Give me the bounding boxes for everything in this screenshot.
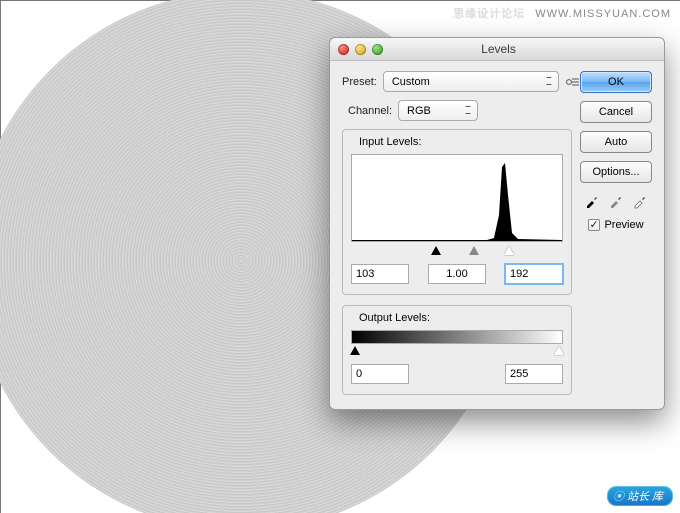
input-midtone-field[interactable] <box>428 264 486 284</box>
channel-label: Channel: <box>348 105 392 117</box>
white-eyedropper-icon[interactable] <box>632 193 648 209</box>
preset-menu-icon[interactable] <box>565 75 581 89</box>
watermark-bullet-icon: ⦿ <box>613 488 624 504</box>
output-highlight-handle[interactable] <box>554 346 564 355</box>
titlebar[interactable]: Levels <box>330 38 664 61</box>
preset-label: Preset: <box>342 76 377 88</box>
dialog-button-column: OK Cancel Auto Options... Preview <box>580 71 652 231</box>
watermark-top-text: 思缘设计论坛 <box>453 8 525 20</box>
watermark-bottom: ⦿ 站长 库 <box>607 486 673 506</box>
black-eyedropper-icon[interactable] <box>584 193 600 209</box>
output-levels-group: Output Levels: <box>342 305 572 395</box>
output-highlight-field[interactable] <box>505 364 563 384</box>
eyedropper-row <box>580 193 652 209</box>
highlight-slider-handle[interactable] <box>504 246 514 255</box>
dialog-title: Levels <box>333 42 664 56</box>
input-levels-label: Input Levels: <box>355 136 425 148</box>
cancel-button[interactable]: Cancel <box>580 101 652 123</box>
input-shadow-field[interactable] <box>351 264 409 284</box>
output-slider[interactable] <box>353 346 561 358</box>
shadow-slider-handle[interactable] <box>431 246 441 255</box>
input-levels-group: Input Levels: <box>342 129 572 295</box>
watermark-top: 思缘设计论坛 WWW.MISSYUAN.COM <box>453 5 671 21</box>
output-shadow-field[interactable] <box>351 364 409 384</box>
dialog-body: Preset: Custom Channel: RGB Input Levels… <box>330 61 664 409</box>
preview-checkbox-row[interactable]: Preview <box>580 219 652 231</box>
ok-button[interactable]: OK <box>580 71 652 93</box>
preview-checkbox[interactable] <box>588 219 600 231</box>
watermark-top-url: WWW.MISSYUAN.COM <box>535 8 671 20</box>
output-shadow-handle[interactable] <box>350 346 360 355</box>
output-gradient <box>351 330 563 344</box>
watermark-bottom-text: 站长 <box>627 488 649 504</box>
preset-select[interactable]: Custom <box>383 71 559 92</box>
channel-select[interactable]: RGB <box>398 100 478 121</box>
preview-label: Preview <box>604 219 643 231</box>
output-levels-label: Output Levels: <box>355 312 434 324</box>
input-values-row <box>351 264 563 284</box>
screenshot-stage: 思缘设计论坛 WWW.MISSYUAN.COM Levels Preset: C… <box>0 0 680 513</box>
options-button[interactable]: Options... <box>580 161 652 183</box>
preset-value: Custom <box>392 76 430 88</box>
watermark-bottom-text2: 库 <box>652 488 663 504</box>
histogram <box>351 154 563 242</box>
output-values-row <box>351 364 563 384</box>
channel-value: RGB <box>407 105 431 117</box>
midtone-slider-handle[interactable] <box>469 246 479 255</box>
gray-eyedropper-icon[interactable] <box>608 193 624 209</box>
input-slider[interactable] <box>353 246 561 258</box>
auto-button[interactable]: Auto <box>580 131 652 153</box>
levels-dialog: Levels Preset: Custom Channel: RGB <box>329 37 665 410</box>
input-highlight-field[interactable] <box>505 264 563 284</box>
